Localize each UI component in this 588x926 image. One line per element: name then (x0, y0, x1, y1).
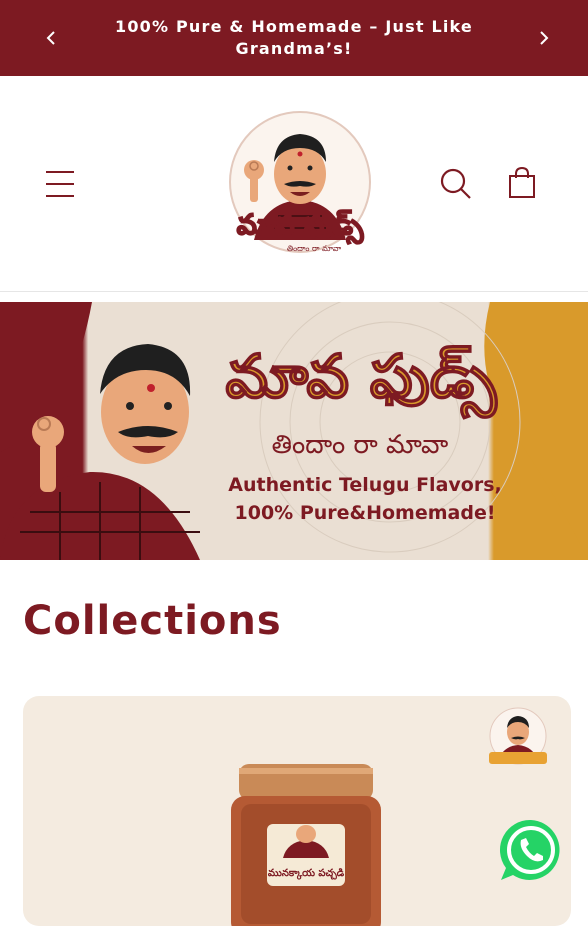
chevron-left-icon (46, 31, 55, 45)
hero-line-2: 100% Pure&Homemade! (234, 502, 496, 524)
logo-tagline: తిందాం రా మావా (287, 244, 342, 253)
site-logo[interactable]: మావ ఫుడ్స్ తిందాం రా మావా (214, 110, 386, 260)
collection-card[interactable]: మునక్కాయ పచ్చడి (23, 696, 571, 926)
menu-button[interactable] (40, 164, 80, 204)
announcement-prev-button[interactable] (37, 24, 65, 52)
collections-heading: Collections (23, 598, 282, 644)
cart-icon (509, 166, 535, 198)
announcement-bar: 100% Pure & Homemade – Just Like Grandma… (0, 0, 588, 76)
announcement-text: 100% Pure & Homemade – Just Like Grandma… (114, 17, 473, 58)
search-button[interactable] (436, 164, 476, 204)
hamburger-menu-icon (46, 171, 74, 197)
card-logo (489, 707, 547, 765)
chevron-right-icon (540, 31, 549, 45)
logo-wordmark: మావ ఫుడ్స్ (237, 208, 364, 245)
whatsapp-chat-button[interactable] (499, 818, 563, 882)
whatsapp-icon (499, 819, 560, 880)
hero-tagline-telugu: తిందాం రా మావా (271, 430, 449, 460)
maava-foods-logo: మావ ఫుడ్స్ తిందాం రా మావా (229, 111, 371, 253)
cart-button[interactable] (502, 164, 542, 204)
hero-banner[interactable]: మావ ఫుడ్స్ తిందాం రా మావా Authentic Telu… (0, 302, 588, 560)
hero-brand-wordmark: మావ ఫుడ్స్ (225, 341, 498, 413)
site-header: మావ ఫుడ్స్ తిందాం రా మావా (0, 76, 588, 292)
product-jar-image: మునక్కాయ పచ్చడి (231, 764, 381, 926)
search-icon (440, 168, 471, 199)
jar-label-text: మునక్కాయ పచ్చడి (268, 868, 345, 880)
announcement-next-button[interactable] (530, 24, 558, 52)
hero-line-1: Authentic Telugu Flavors, (228, 474, 502, 496)
